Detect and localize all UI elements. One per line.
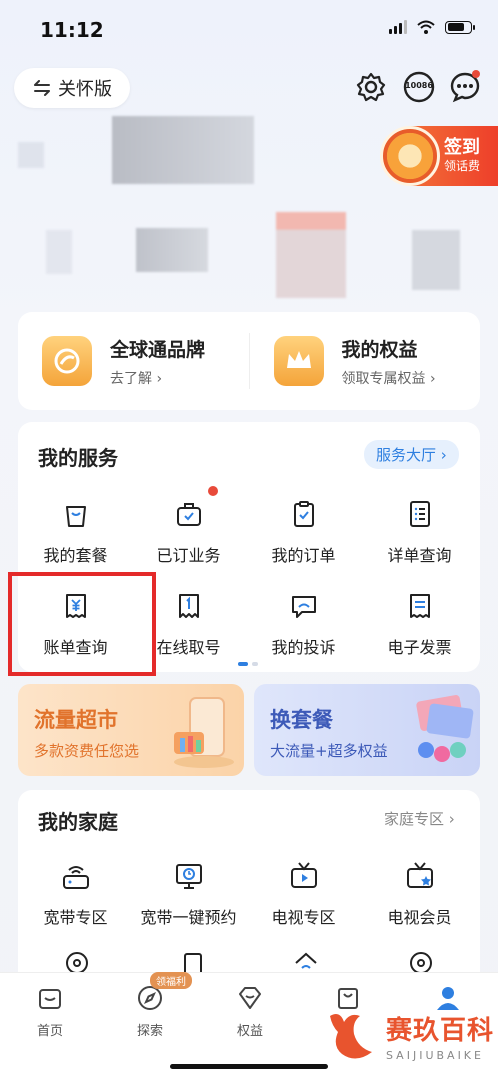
family-broadband-booking[interactable]: 宽带一键预约 (131, 858, 246, 928)
care-mode-label: 关怀版 (58, 79, 112, 100)
page-indicator (238, 662, 258, 666)
sign-in-badge[interactable]: 签到 领话费 (380, 126, 498, 186)
tv-play-icon (286, 858, 322, 894)
complaint-icon (286, 588, 322, 624)
ticket-icon (171, 588, 207, 624)
monitor-clock-icon (171, 858, 207, 894)
new-benefit-tag: 领福利 (150, 972, 192, 989)
service-hall-button[interactable]: 服务大厅 › (364, 440, 459, 469)
family-label: 电视专区 (271, 908, 336, 927)
invoice-icon (402, 588, 438, 624)
nav-label: 探索 (136, 1024, 163, 1039)
global-brand-item[interactable]: 全球通品牌 去了解 › (18, 335, 249, 388)
phone-gift-icon (174, 697, 234, 768)
settings-icon[interactable] (354, 70, 388, 104)
watermark-title: 赛玖百科 (386, 1016, 495, 1046)
family-label: 宽带专区 (43, 908, 108, 927)
service-e-invoice[interactable]: 电子发票 (362, 588, 477, 658)
status-time: 11:12 (40, 18, 104, 42)
service-complaint[interactable]: 我的投诉 (246, 588, 361, 658)
service-label: 详单查询 (387, 546, 452, 565)
service-label: 我的订单 (271, 546, 336, 565)
wifi-icon (417, 20, 435, 34)
service-label: 我的套餐 (43, 546, 108, 565)
nav-label: 首页 (36, 1024, 63, 1039)
family-label: 宽带一键预约 (140, 908, 237, 927)
family-tv-member[interactable]: 电视会员 (362, 858, 477, 928)
blurred-info-1 (46, 230, 72, 274)
bag-icon (58, 496, 94, 532)
family-broadband[interactable]: 宽带专区 (18, 858, 133, 928)
crown-badge-icon (273, 336, 324, 386)
clipboard-check-icon (286, 496, 322, 532)
status-icons (389, 20, 475, 34)
battery-icon (445, 20, 475, 34)
prize-wheel-icon (380, 126, 440, 186)
notification-dot (208, 486, 218, 496)
my-rights-item[interactable]: 我的权益 领取专属权益 › (250, 335, 481, 388)
watermark-logo-icon (330, 1014, 372, 1059)
data-market-banner[interactable]: 流量超市 多款资费任您选 (18, 684, 244, 776)
family-label: 电视会员 (387, 908, 452, 927)
my-rights-subtitle: 领取专属权益 › (341, 370, 436, 387)
nav-label: 权益 (236, 1024, 263, 1039)
avatar[interactable] (18, 142, 44, 168)
service-label: 我的投诉 (271, 638, 336, 657)
services-title: 我的服务 (38, 446, 118, 470)
plan-cards-icon (416, 695, 474, 762)
service-number: 10086 (405, 81, 433, 90)
diamond-icon (239, 987, 261, 1009)
router-icon (58, 858, 94, 894)
tv-star-icon (402, 858, 438, 894)
global-brand-badge-icon (42, 336, 92, 386)
nav-home[interactable]: 首页 (20, 984, 80, 1039)
global-brand-subtitle: 去了解 › (110, 370, 163, 387)
home-indicator (170, 1064, 328, 1069)
care-mode-button[interactable]: 关怀版 (14, 68, 130, 108)
sign-in-subtitle: 领话费 (444, 159, 481, 173)
service-my-orders[interactable]: 我的订单 (246, 496, 361, 566)
briefcase-icon (171, 496, 207, 532)
service-label: 已订业务 (156, 546, 221, 565)
family-title: 我的家庭 (38, 810, 118, 834)
nav-explore[interactable]: 探索 (120, 984, 180, 1039)
blurred-info-4 (412, 230, 460, 290)
nav-rights[interactable]: 权益 (220, 984, 280, 1039)
watermark-subtitle: SAIJIUBAIKE (386, 1049, 484, 1062)
home-icon (39, 989, 61, 1009)
family-tv-zone[interactable]: 电视专区 (246, 858, 361, 928)
blurred-user-name (112, 116, 254, 184)
service-detail-query[interactable]: 详单查询 (362, 496, 477, 566)
service-label: 电子发票 (387, 638, 452, 657)
switch-arrows-icon (34, 80, 50, 96)
global-brand-title: 全球通品牌 (110, 338, 206, 361)
promo-card: 全球通品牌 去了解 › 我的权益 领取专属权益 › (18, 312, 480, 410)
sign-in-title: 签到 (444, 137, 480, 158)
service-my-plan[interactable]: 我的套餐 (18, 496, 133, 566)
signal-icon (389, 20, 407, 34)
watermark: 赛玖百科 SAIJIUBAIKE (326, 1008, 494, 1064)
message-icon[interactable] (448, 70, 482, 104)
blurred-info-3 (276, 212, 346, 298)
highlight-box (8, 572, 156, 676)
list-icon (402, 496, 438, 532)
change-plan-banner[interactable]: 换套餐 大流量+超多权益 (254, 684, 480, 776)
service-subscribed[interactable]: 已订业务 (131, 496, 246, 566)
my-rights-title: 我的权益 (341, 338, 418, 361)
family-zone-link[interactable]: 家庭专区 › (384, 808, 455, 829)
service-hotline-icon[interactable]: 10086 (402, 70, 436, 104)
blurred-info-2 (136, 228, 208, 272)
